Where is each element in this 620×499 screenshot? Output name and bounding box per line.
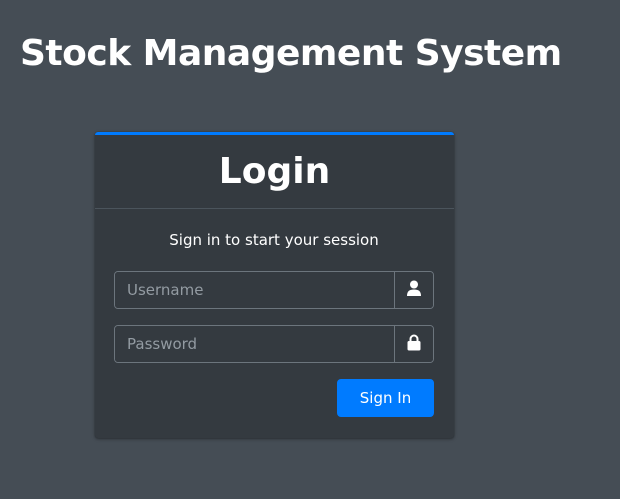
password-addon bbox=[394, 326, 433, 362]
password-input-group bbox=[114, 325, 434, 363]
page-title: Stock Management System bbox=[20, 33, 562, 74]
lock-icon bbox=[407, 334, 421, 355]
card-header: Login bbox=[95, 135, 454, 209]
sign-in-button[interactable]: Sign In bbox=[337, 379, 434, 417]
login-heading: Login bbox=[218, 151, 331, 192]
username-input[interactable] bbox=[115, 272, 394, 308]
login-box-message: Sign in to start your session bbox=[169, 231, 379, 249]
username-input-group bbox=[114, 271, 434, 309]
user-icon bbox=[407, 280, 421, 300]
username-addon bbox=[394, 272, 433, 308]
card-body: Sign in to start your session Username S… bbox=[95, 209, 454, 417]
login-card: Login Sign in to start your session User… bbox=[95, 132, 454, 438]
password-input[interactable] bbox=[115, 326, 394, 362]
login-actions: Sign In bbox=[114, 379, 434, 417]
